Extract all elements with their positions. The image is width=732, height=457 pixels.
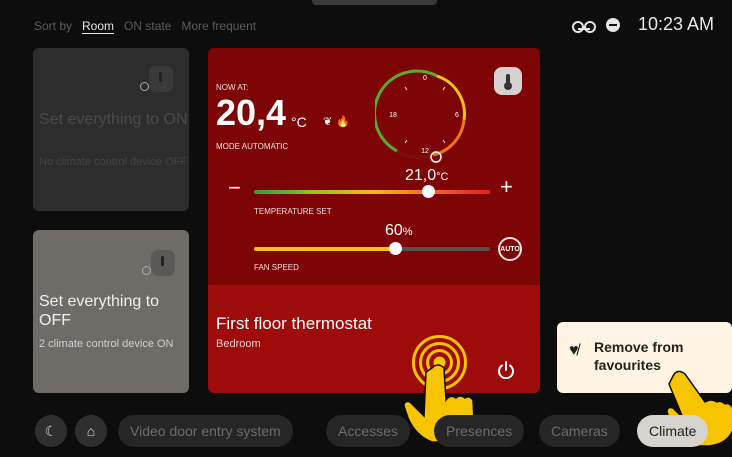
card-title: Set everything to OFF bbox=[39, 293, 160, 329]
temperature-set-number: 21,0 bbox=[405, 167, 437, 184]
temperature-set-label: TEMPERATURE SET bbox=[254, 207, 332, 216]
dial-label-6: 6 bbox=[455, 112, 459, 119]
sort-bar: Sort by Room ON state More frequent bbox=[34, 19, 256, 33]
status-bar: 10:23 AM bbox=[571, 14, 714, 35]
sort-option-room[interactable]: Room bbox=[82, 19, 114, 33]
nav-accesses[interactable]: Accesses bbox=[326, 415, 410, 447]
dial-label-18: 18 bbox=[389, 112, 397, 119]
decrease-temperature-button[interactable]: − bbox=[228, 177, 241, 199]
sort-option-on-state[interactable]: ON state bbox=[124, 19, 171, 33]
thermostat-icon bbox=[140, 66, 173, 92]
thermostat-controls: NOW AT: 20,4 °C ❦ 🔥 MODE AUTOMATIC 0 6 1… bbox=[208, 48, 540, 285]
thermostat-icon bbox=[142, 250, 175, 276]
dial-label-0: 0 bbox=[423, 75, 427, 82]
home-icon: ⌂ bbox=[86, 423, 96, 439]
temperature-slider[interactable] bbox=[254, 185, 490, 198]
fan-speed-label: FAN SPEED bbox=[254, 263, 299, 272]
night-mode-button[interactable]: ☾ bbox=[35, 415, 67, 447]
power-icon[interactable] bbox=[497, 361, 515, 379]
nav-video-door-entry[interactable]: Video door entry system bbox=[118, 415, 293, 447]
sort-option-more-frequent[interactable]: More frequent bbox=[181, 19, 256, 33]
fan-speed-value: 60% bbox=[385, 222, 413, 240]
schedule-dial[interactable]: 0 6 12 18 bbox=[375, 65, 475, 165]
device-room: Bedroom bbox=[216, 338, 261, 350]
nav-presences[interactable]: Presences bbox=[434, 415, 525, 447]
temperature-slider-knob[interactable] bbox=[422, 185, 436, 198]
fan-auto-button[interactable]: AUTO bbox=[498, 237, 522, 261]
increase-temperature-button[interactable]: + bbox=[500, 176, 513, 198]
dial-label-12: 12 bbox=[421, 148, 429, 155]
fan-speed-slider-knob[interactable] bbox=[389, 242, 403, 255]
do-not-disturb-icon bbox=[605, 17, 620, 32]
mode-label: MODE AUTOMATIC bbox=[216, 142, 289, 151]
card-title: Set everything to ON bbox=[39, 111, 188, 128]
card-subtitle: 2 climate control device ON bbox=[39, 338, 174, 350]
fan-speed-number: 60 bbox=[385, 222, 403, 239]
voicemail-icon bbox=[571, 18, 596, 33]
fan-speed-unit: % bbox=[402, 226, 413, 238]
temperature-set-value: 21,0°C bbox=[405, 167, 448, 185]
device-name: First floor thermostat bbox=[216, 314, 372, 333]
moon-icon: ☾ bbox=[44, 422, 58, 439]
card-subtitle: No climate control device OFF bbox=[39, 156, 187, 168]
temperature-set-unit: °C bbox=[436, 171, 449, 183]
fan-speed-fill bbox=[254, 247, 396, 251]
thermostat-card: NOW AT: 20,4 °C ❦ 🔥 MODE AUTOMATIC 0 6 1… bbox=[208, 48, 540, 393]
top-bar: Sort by Room ON state More frequent 10:2… bbox=[0, 0, 732, 48]
thermostat-settings-button[interactable] bbox=[494, 67, 522, 95]
set-all-on-card[interactable]: Set everything to ON No climate control … bbox=[33, 48, 189, 211]
nav-cameras[interactable]: Cameras bbox=[539, 415, 620, 447]
now-at-label: NOW AT: bbox=[216, 83, 249, 92]
nav-climate[interactable]: Climate bbox=[637, 415, 709, 447]
heart-off-icon: ♥̸ bbox=[569, 342, 579, 359]
eco-leaf-icon: ❦ bbox=[323, 116, 333, 128]
top-notch bbox=[312, 0, 437, 5]
sort-by-label: Sort by bbox=[34, 19, 73, 33]
set-all-off-card[interactable]: Set everything to OFF 2 climate control … bbox=[33, 230, 189, 393]
current-temperature: 20,4 bbox=[216, 92, 287, 133]
flame-icon: 🔥 bbox=[336, 116, 350, 128]
fan-speed-slider[interactable] bbox=[254, 242, 490, 255]
home-button[interactable]: ⌂ bbox=[75, 415, 107, 447]
current-temperature-unit: °C bbox=[291, 114, 307, 130]
clock: 10:23 AM bbox=[637, 14, 714, 34]
bottom-navigation: ☾ ⌂ Video door entry system Accesses Pre… bbox=[0, 415, 732, 453]
